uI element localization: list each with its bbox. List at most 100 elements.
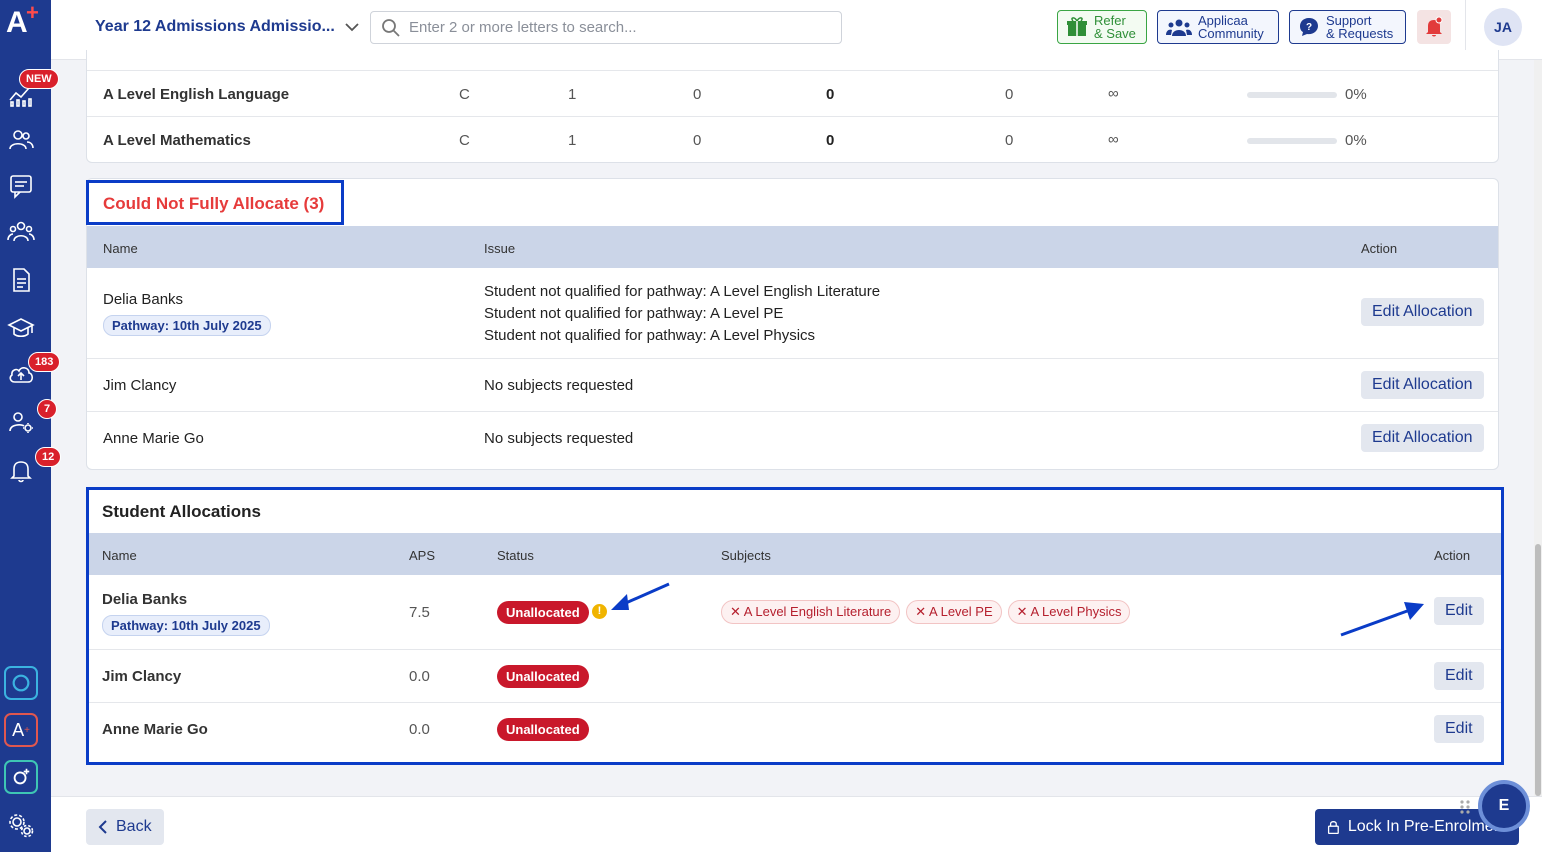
subject-value: 0	[1005, 132, 1014, 149]
column-header-subjects: Subjects	[721, 548, 771, 563]
status-badge: Unallocated	[497, 718, 589, 741]
sidebar: A + NEW 183 7 12 A +	[0, 0, 62, 852]
edit-button[interactable]: Edit	[1434, 662, 1484, 690]
subject-grade: C	[459, 86, 470, 103]
subject-capacity: ∞	[1108, 85, 1119, 102]
issue-text: No subjects requested	[484, 377, 634, 394]
table-row: Delia Banks Pathway: 10th July 2025 Stud…	[87, 268, 1498, 358]
o-plus-app-icon[interactable]	[4, 760, 38, 794]
column-header-aps: APS	[409, 548, 436, 563]
subject-tag-label: A Level English Literature	[743, 604, 892, 619]
subject-name: A Level English Language	[103, 86, 290, 103]
annotation-arrow-edit	[1340, 602, 1424, 637]
help-chat-icon: ?	[1300, 18, 1318, 36]
student-name: Anne Marie Go	[103, 430, 204, 447]
subject-grade: C	[459, 132, 470, 149]
student-name: Anne Marie Go	[102, 721, 208, 738]
column-header-name: Name	[103, 241, 138, 256]
app-logo[interactable]: A +	[6, 0, 39, 40]
graduation-cap-icon[interactable]	[5, 312, 37, 344]
alerts-button[interactable]	[1417, 10, 1451, 44]
edit-allocation-button[interactable]: Edit Allocation	[1361, 424, 1484, 452]
aps-value: 0.0	[409, 721, 430, 738]
table-row: A Level English Language C 1 0 0 0 ∞ 0%	[87, 70, 1498, 116]
column-header-action: Action	[1361, 241, 1398, 256]
settings-gears-icon[interactable]	[5, 810, 37, 842]
aps-value: 7.5	[409, 604, 430, 621]
subject-value: 0	[826, 86, 835, 103]
edit-button[interactable]: Edit	[1434, 597, 1484, 625]
issue-text: Student not qualified for pathway: A Lev…	[484, 305, 784, 322]
subject-tag: ✕ A Level PE	[906, 600, 1002, 624]
search-icon	[382, 18, 400, 37]
column-header-issue: Issue	[484, 241, 516, 256]
new-badge: NEW	[19, 69, 59, 89]
subject-value: 0	[693, 86, 702, 103]
subject-percent: 0%	[1345, 86, 1367, 103]
circle-app-icon[interactable]	[4, 666, 38, 700]
edit-allocation-button[interactable]: Edit Allocation	[1361, 371, 1484, 399]
aps-value: 0.0	[409, 668, 430, 685]
issue-text: Student not qualified for pathway: A Lev…	[484, 327, 816, 344]
subject-value: 1	[568, 86, 577, 103]
issue-text: No subjects requested	[484, 430, 634, 447]
pathway-badge: Pathway: 10th July 2025	[102, 615, 270, 636]
subject-tag: ✕ A Level English Literature	[721, 600, 901, 624]
column-header-action: Action	[1434, 548, 1471, 563]
messages-icon[interactable]	[5, 170, 37, 202]
alert-bell-icon	[1426, 16, 1443, 37]
subjects-list: ✕ A Level English Literature ✕ A Level PE…	[721, 600, 1136, 624]
back-label: Back	[116, 818, 152, 835]
table-header: Name Issue Action	[87, 226, 1498, 268]
subject-name: A Level Mathematics	[103, 132, 251, 149]
column-header-name: Name	[102, 548, 137, 563]
progress-bar	[1247, 138, 1337, 144]
subject-tag-label: A Level Physics	[1030, 604, 1122, 619]
applicaa-app-icon[interactable]: A +	[4, 713, 38, 747]
issue-text: Student not qualified for pathway: A Lev…	[484, 283, 881, 300]
user-avatar[interactable]: JA	[1484, 8, 1522, 46]
search-input[interactable]	[409, 19, 829, 36]
uploads-badge: 183	[28, 352, 61, 372]
status-badge: Unallocated	[497, 665, 589, 688]
users-icon[interactable]	[5, 124, 37, 156]
refer-save-button[interactable]: Refer & Save	[1057, 10, 1147, 44]
user-settings-icon[interactable]	[5, 406, 37, 438]
column-header-status: Status	[497, 548, 534, 563]
edit-allocation-button[interactable]: Edit Allocation	[1361, 298, 1484, 326]
subject-tag: ✕ A Level Physics	[1007, 600, 1131, 624]
table-header: Name APS Status Subjects Action	[89, 533, 1501, 575]
subject-value: 0	[1005, 86, 1014, 103]
student-name: Jim Clancy	[103, 377, 177, 394]
svg-text:?: ?	[1306, 22, 1312, 33]
student-allocations-card: Student Allocations Name APS Status Subj…	[86, 487, 1504, 765]
community-icon	[1166, 19, 1192, 36]
table-row: Jim Clancy No subjects requested Edit Al…	[87, 358, 1498, 411]
document-icon[interactable]	[5, 264, 37, 296]
lock-icon	[1327, 821, 1339, 835]
groups-icon[interactable]	[5, 216, 37, 248]
edit-button[interactable]: Edit	[1434, 715, 1484, 743]
student-name: Delia Banks	[103, 291, 184, 308]
search-box[interactable]	[370, 11, 842, 44]
chat-assistant-button[interactable]: E	[1478, 780, 1530, 832]
subject-capacity: ∞	[1108, 131, 1119, 148]
table-row: Anne Marie Go 0.0 Unallocated Edit	[89, 702, 1501, 762]
people-badge: 7	[37, 399, 58, 419]
scrollbar-thumb[interactable]	[1535, 544, 1541, 796]
footer-bar: Back Lock In Pre-Enrolme...	[51, 796, 1542, 852]
gift-icon	[1067, 17, 1087, 36]
table-row: Anne Marie Go No subjects requested Edit…	[87, 411, 1498, 469]
subject-percent: 0%	[1345, 132, 1367, 149]
progress-bar	[1247, 92, 1337, 98]
community-button[interactable]: Applicaa Community	[1157, 10, 1279, 44]
support-button[interactable]: ? Support & Requests	[1289, 10, 1406, 44]
back-button[interactable]: Back	[86, 809, 164, 845]
refer-label-2: & Save	[1094, 26, 1136, 41]
subject-value: 1	[568, 132, 577, 149]
annotation-arrow-status	[611, 582, 670, 610]
notifications-badge: 12	[35, 447, 62, 467]
drag-handle-icon[interactable]	[1458, 799, 1472, 815]
bell-icon[interactable]	[5, 454, 37, 486]
intake-dropdown[interactable]: Year 12 Admissions Admissio...	[95, 18, 359, 36]
